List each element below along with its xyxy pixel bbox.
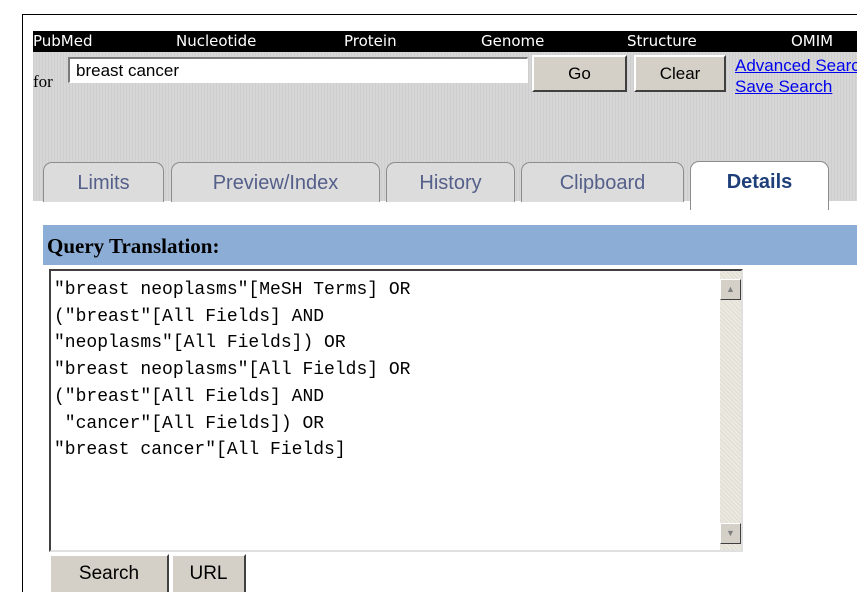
clear-button[interactable]: Clear (634, 55, 726, 92)
db-link-nucleotide[interactable]: Nucleotide (176, 32, 256, 51)
search-input[interactable] (68, 57, 528, 83)
vertical-scrollbar[interactable]: ▲ ▼ (720, 271, 741, 550)
db-link-pubmed[interactable]: PubMed (33, 32, 93, 51)
query-translation-text[interactable]: "breast neoplasms"[MeSH Terms] OR ("brea… (54, 277, 714, 464)
url-button[interactable]: URL (171, 554, 246, 592)
for-label: for (33, 72, 53, 91)
scroll-up-arrow-icon[interactable]: ▲ (720, 279, 741, 300)
db-link-protein[interactable]: Protein (344, 32, 397, 51)
tab-history[interactable]: History (386, 162, 515, 202)
go-button[interactable]: Go (532, 55, 627, 92)
scroll-down-arrow-icon[interactable]: ▼ (720, 523, 741, 544)
query-translation-header: Query Translation: (43, 225, 857, 265)
save-search-link[interactable]: Save Search (735, 76, 832, 97)
tab-limits[interactable]: Limits (43, 162, 164, 202)
pubmed-panel: PubMed Nucleotide Protein Genome Structu… (22, 14, 857, 592)
db-link-genome[interactable]: Genome (481, 32, 544, 51)
tab-details[interactable]: Details (690, 161, 829, 210)
db-link-structure[interactable]: Structure (627, 32, 697, 51)
advanced-search-link[interactable]: Advanced Search (735, 55, 857, 76)
tab-preview-index[interactable]: Preview/Index (171, 162, 380, 202)
search-button[interactable]: Search (49, 554, 169, 592)
database-nav-bar: PubMed Nucleotide Protein Genome Structu… (33, 31, 857, 52)
query-translation-textarea[interactable]: "breast neoplasms"[MeSH Terms] OR ("brea… (49, 269, 743, 552)
tab-clipboard[interactable]: Clipboard (521, 162, 684, 202)
db-link-omim[interactable]: OMIM (791, 32, 833, 51)
